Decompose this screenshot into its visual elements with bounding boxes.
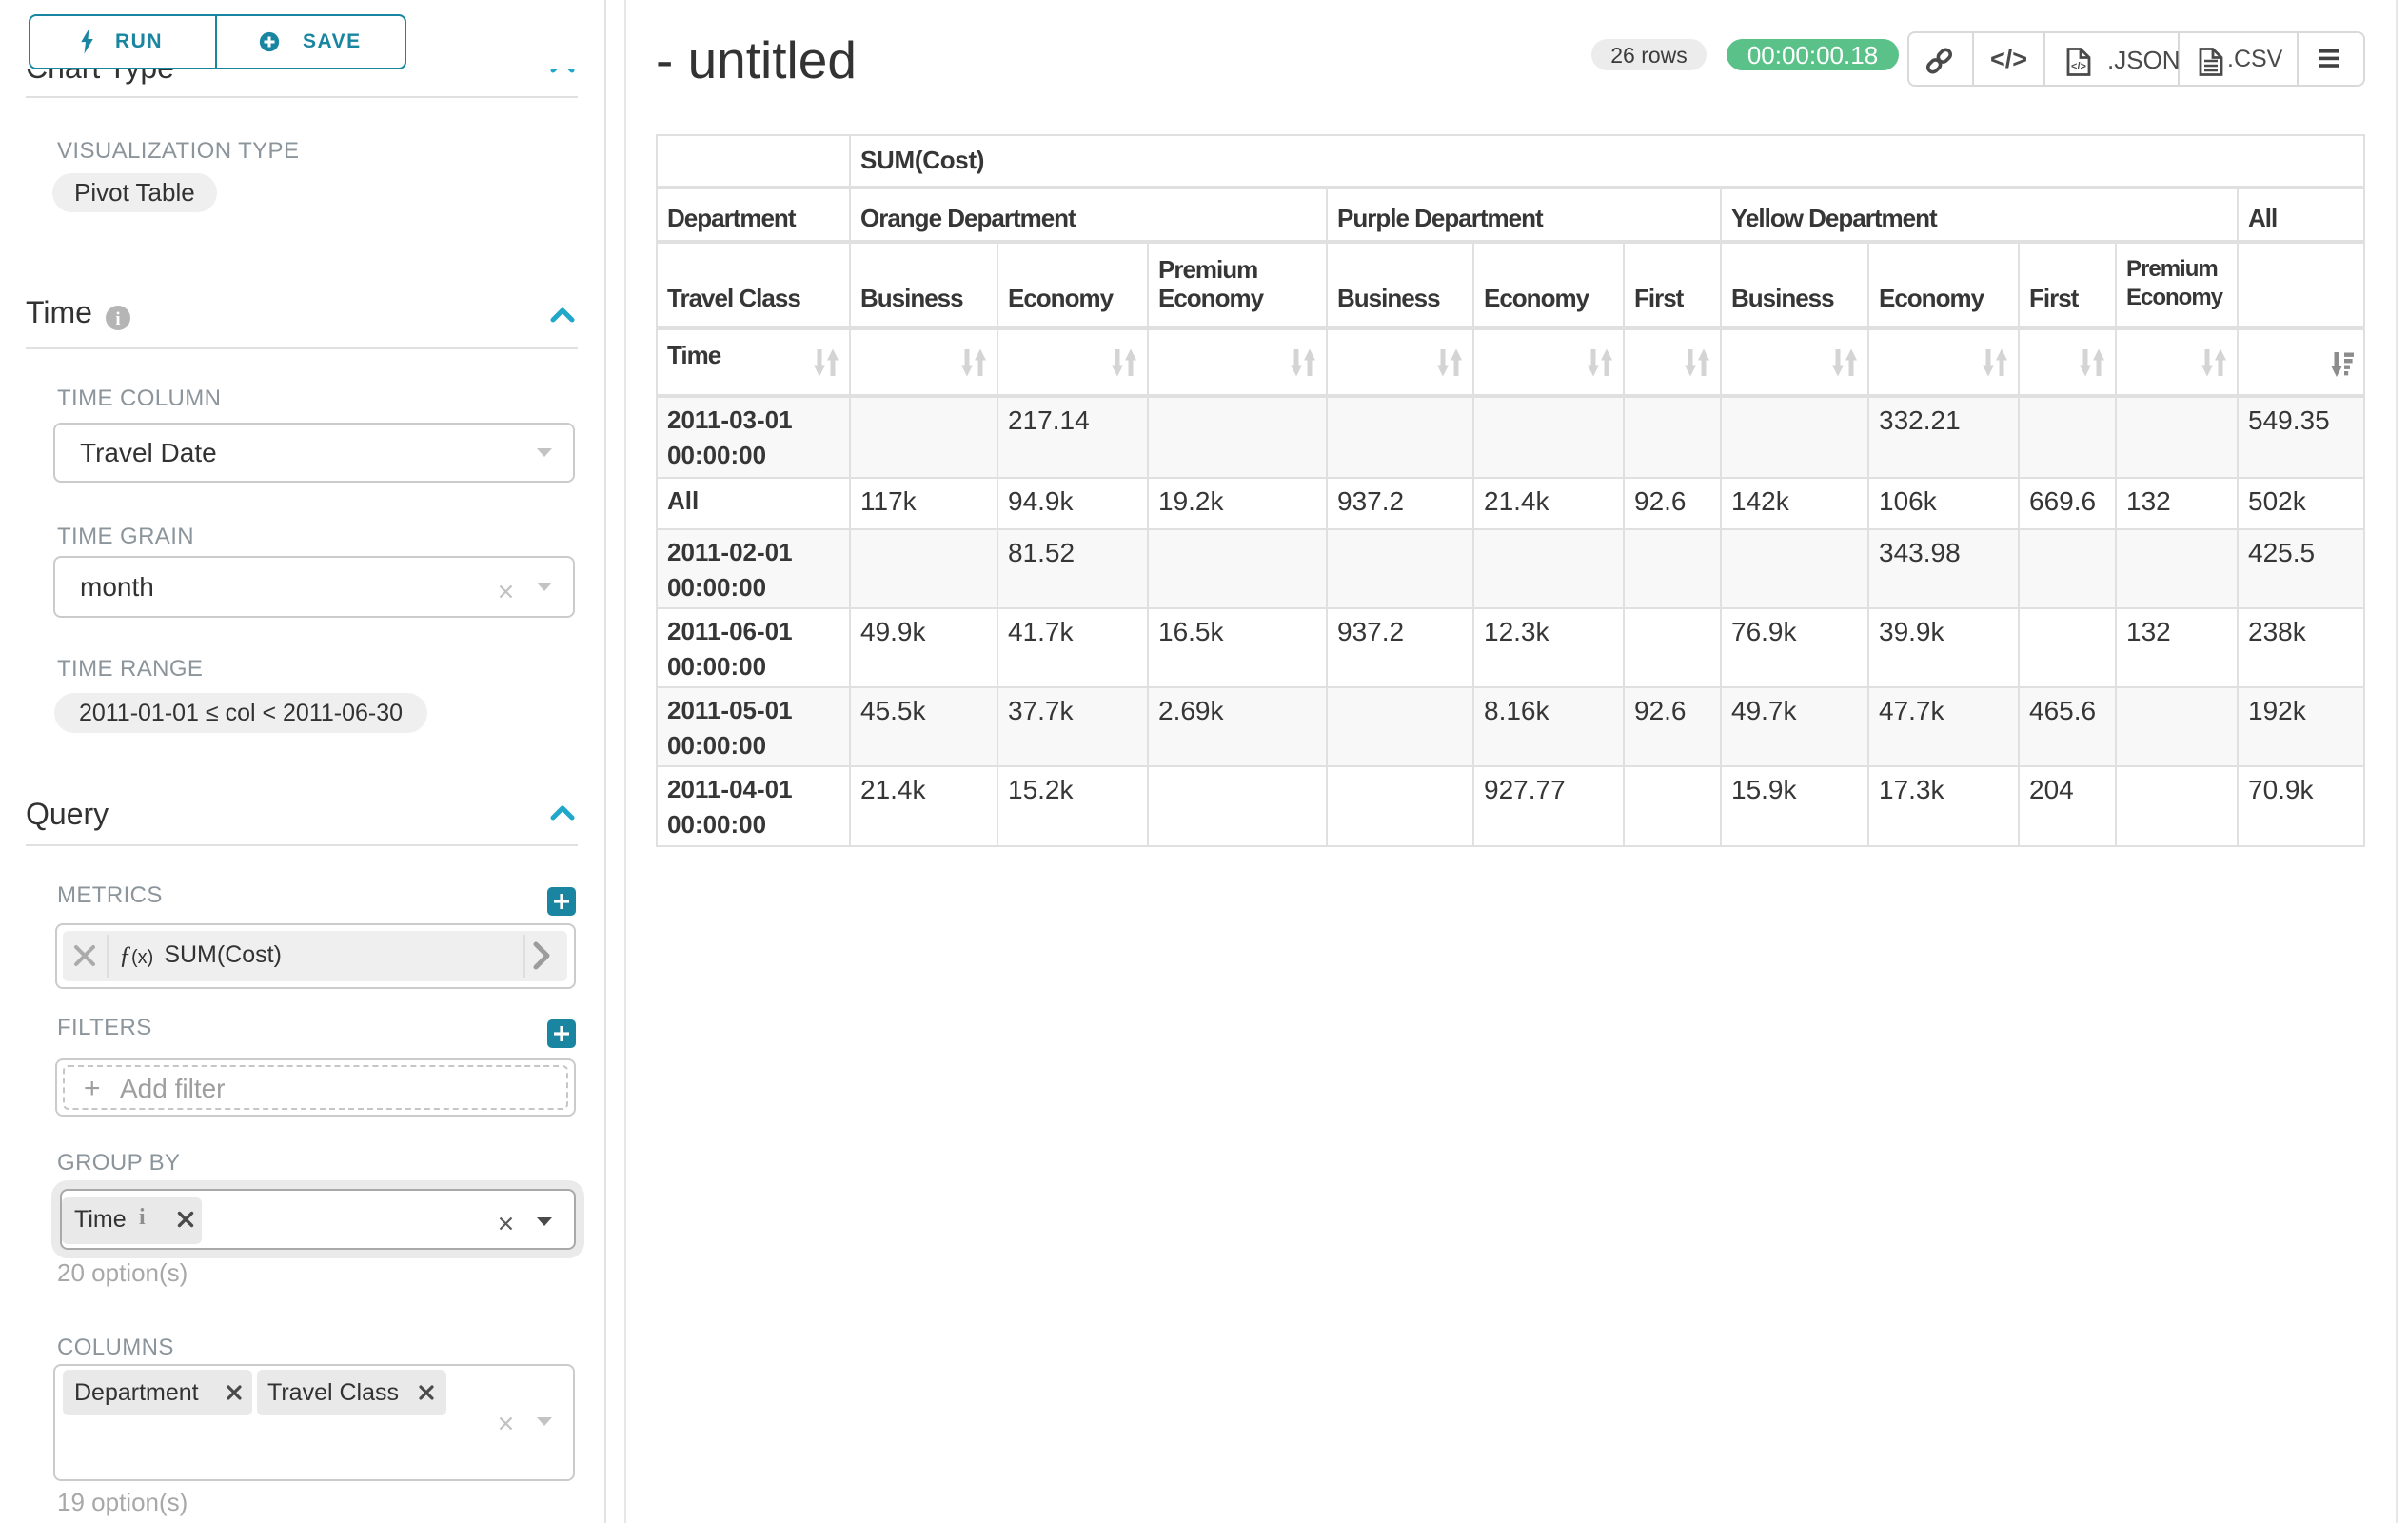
svg-text:</>: </> (2071, 61, 2086, 72)
svg-text:i: i (115, 309, 120, 329)
